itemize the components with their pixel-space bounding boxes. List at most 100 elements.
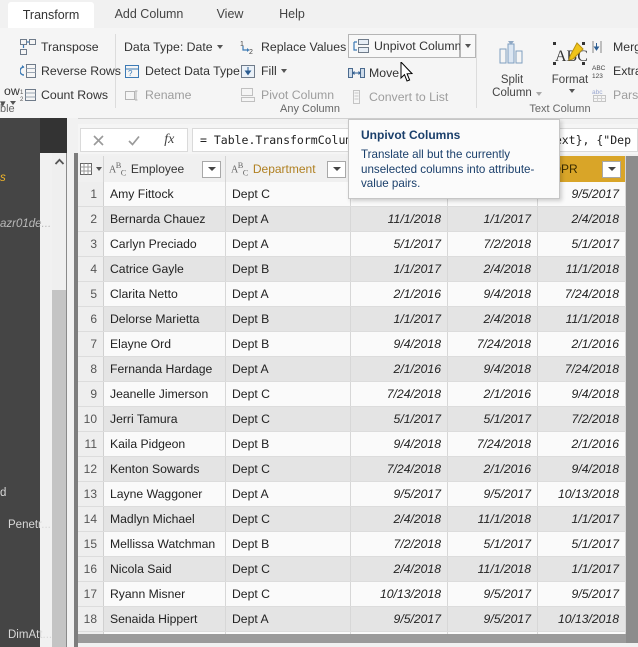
cancel-formula-button[interactable]: [81, 129, 116, 151]
chevron-down-icon[interactable]: [532, 87, 542, 100]
table-row[interactable]: 3 Carlyn Preciado Dept A 5/1/2017 7/2/2018 5/…: [78, 232, 638, 257]
tab-help[interactable]: Help: [264, 0, 320, 28]
date-cell-1[interactable]: 5/1/2017: [351, 232, 448, 256]
clipped-row-caret-button[interactable]: ▾: [0, 92, 16, 114]
employee-cell[interactable]: Bernarda Chauez: [104, 207, 226, 231]
date-cell-3[interactable]: 11/1/2018: [538, 257, 626, 281]
pivot-column-button[interactable]: Pivot Column: [240, 84, 334, 106]
date-cell-2[interactable]: 9/4/2018: [448, 357, 538, 381]
unpivot-columns-dropdown-button[interactable]: [460, 34, 476, 58]
date-cell-1[interactable]: 11/1/2018: [351, 207, 448, 231]
department-cell[interactable]: Dept B: [226, 332, 351, 356]
row-number-cell[interactable]: 7: [78, 332, 104, 356]
tab-transform[interactable]: Transform: [8, 2, 94, 28]
employee-cell[interactable]: Jeanelle Jimerson: [104, 382, 226, 406]
date-cell-1[interactable]: 9/5/2017: [351, 482, 448, 506]
date-cell-2[interactable]: 9/5/2017: [448, 582, 538, 606]
grid-select-all-header[interactable]: [78, 156, 104, 182]
date-cell-1[interactable]: 9/4/2018: [351, 332, 448, 356]
table-row[interactable]: 4 Catrice Gayle Dept B 1/1/2017 2/4/2018 11/1…: [78, 257, 638, 282]
row-number-cell[interactable]: 6: [78, 307, 104, 331]
date-cell-1[interactable]: 9/4/2018: [351, 432, 448, 456]
date-cell-2[interactable]: 9/5/2017: [448, 482, 538, 506]
query-list-item[interactable]: DimAtt...: [8, 629, 56, 641]
date-cell-1[interactable]: 1/1/2017: [351, 257, 448, 281]
date-cell-1[interactable]: 7/24/2018: [351, 382, 448, 406]
table-row[interactable]: 9 Jeanelle Jimerson Dept C 7/24/2018 2/1/201…: [78, 382, 638, 407]
employee-cell[interactable]: Ryann Misner: [104, 582, 226, 606]
department-cell[interactable]: Dept C: [226, 407, 351, 431]
employee-cell[interactable]: Mellissa Watchman: [104, 532, 226, 556]
date-cell-2[interactable]: 9/4/2018: [448, 282, 538, 306]
department-cell[interactable]: Dept A: [226, 207, 351, 231]
date-cell-3[interactable]: 9/4/2018: [538, 457, 626, 481]
employee-cell[interactable]: Madlyn Michael: [104, 507, 226, 531]
date-cell-1[interactable]: 2/1/2016: [351, 357, 448, 381]
convert-to-list-button[interactable]: Convert to List: [348, 86, 448, 108]
employee-cell[interactable]: Carlyn Preciado: [104, 232, 226, 256]
employee-cell[interactable]: Clarita Netto: [104, 282, 226, 306]
department-cell[interactable]: Dept A: [226, 357, 351, 381]
filter-button-department[interactable]: [327, 160, 346, 178]
merge-columns-button[interactable]: Merge C: [592, 36, 638, 58]
date-cell-3[interactable]: 5/1/2017: [538, 232, 626, 256]
date-cell-1[interactable]: 5/1/2017: [351, 407, 448, 431]
date-cell-1[interactable]: 9/5/2017: [351, 607, 448, 631]
fill-button[interactable]: Fill: [240, 60, 287, 82]
date-cell-2[interactable]: 7/24/2018: [448, 332, 538, 356]
transpose-button[interactable]: Transpose: [20, 36, 99, 58]
grid-horizontal-scrollbar[interactable]: [78, 634, 626, 643]
employee-cell[interactable]: Elayne Ord: [104, 332, 226, 356]
unpivot-columns-button[interactable]: Unpivot Columns: [348, 34, 468, 58]
date-cell-2[interactable]: 9/5/2017: [448, 607, 538, 631]
date-cell-3[interactable]: 7/2/2018: [538, 407, 626, 431]
row-number-cell[interactable]: 16: [78, 557, 104, 581]
department-cell[interactable]: Dept B: [226, 307, 351, 331]
department-cell[interactable]: Dept C: [226, 582, 351, 606]
date-cell-2[interactable]: 5/1/2017: [448, 407, 538, 431]
date-cell-2[interactable]: 5/1/2017: [448, 532, 538, 556]
row-number-cell[interactable]: 2: [78, 207, 104, 231]
row-number-cell[interactable]: 18: [78, 607, 104, 631]
date-cell-1[interactable]: 7/24/2018: [351, 457, 448, 481]
date-cell-2[interactable]: 7/24/2018: [448, 432, 538, 456]
department-cell[interactable]: Dept C: [226, 382, 351, 406]
date-cell-1[interactable]: 7/2/2018: [351, 532, 448, 556]
table-row[interactable]: 6 Delorse Marietta Dept B 1/1/2017 2/4/2018 1…: [78, 307, 638, 332]
detect-data-type-button[interactable]: ? Detect Data Type: [124, 60, 240, 82]
table-row[interactable]: 8 Fernanda Hardage Dept A 2/1/2016 9/4/2018 7…: [78, 357, 638, 382]
row-number-cell[interactable]: 8: [78, 357, 104, 381]
employee-cell[interactable]: Senaida Hippert: [104, 607, 226, 631]
grid-vertical-scrollbar[interactable]: [626, 156, 638, 643]
employee-cell[interactable]: Delorse Marietta: [104, 307, 226, 331]
table-row[interactable]: 7 Elayne Ord Dept B 9/4/2018 7/24/2018 2/1/20…: [78, 332, 638, 357]
department-cell[interactable]: Dept C: [226, 557, 351, 581]
row-number-cell[interactable]: 9: [78, 382, 104, 406]
table-row[interactable]: 12 Kenton Sowards Dept C 7/24/2018 2/1/2016 9…: [78, 457, 638, 482]
row-number-cell[interactable]: 4: [78, 257, 104, 281]
parse-button[interactable]: abc Parse: [592, 84, 638, 106]
date-cell-2[interactable]: 1/1/2017: [448, 207, 538, 231]
scroll-up-button[interactable]: [52, 153, 66, 171]
filter-button-gdpr[interactable]: [602, 160, 621, 178]
date-cell-2[interactable]: 2/4/2018: [448, 257, 538, 281]
row-number-cell[interactable]: 12: [78, 457, 104, 481]
fx-button[interactable]: fx: [152, 129, 187, 151]
row-number-cell[interactable]: 11: [78, 432, 104, 456]
tab-add-column[interactable]: Add Column: [100, 0, 198, 28]
date-cell-3[interactable]: 10/13/2018: [538, 482, 626, 506]
extract-button[interactable]: ABC 123 Extract: [592, 60, 638, 82]
date-cell-3[interactable]: 5/1/2017: [538, 532, 626, 556]
count-rows-button[interactable]: 1 2 Count Rows: [20, 84, 108, 106]
date-cell-3[interactable]: 1/1/2017: [538, 507, 626, 531]
employee-cell[interactable]: Jerri Tamura: [104, 407, 226, 431]
tab-view[interactable]: View: [200, 0, 260, 28]
table-row[interactable]: 16 Nicola Said Dept C 2/4/2018 11/1/2018 1/1/…: [78, 557, 638, 582]
department-cell[interactable]: Dept C: [226, 507, 351, 531]
employee-cell[interactable]: Catrice Gayle: [104, 257, 226, 281]
department-cell[interactable]: Dept B: [226, 532, 351, 556]
department-cell[interactable]: Dept C: [226, 182, 351, 206]
scrollbar-thumb[interactable]: [52, 290, 66, 647]
date-cell-2[interactable]: 2/4/2018: [448, 307, 538, 331]
row-number-cell[interactable]: 17: [78, 582, 104, 606]
